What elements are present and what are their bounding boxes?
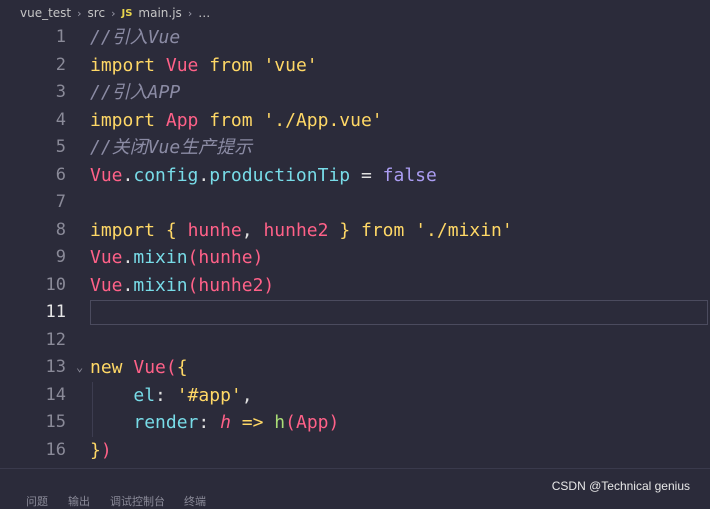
line-number: 8 xyxy=(55,219,66,240)
breadcrumb-more[interactable]: … xyxy=(198,6,210,20)
code-text: el: '#app', xyxy=(133,384,253,406)
javascript-file-icon: JS xyxy=(121,7,133,19)
chevron-right-icon: › xyxy=(77,6,82,20)
watermark: CSDN @Technical genius xyxy=(551,479,690,493)
code-text: //引入Vue xyxy=(90,27,181,48)
code-line[interactable]: 12 xyxy=(0,327,710,355)
line-number: 3 xyxy=(55,82,66,102)
code-line[interactable]: 4 import App from './App.vue' xyxy=(0,107,710,135)
code-editor[interactable]: 1 //引入Vue 2 import Vue from 'vue' 3 //引入APP 4 i… xyxy=(0,24,710,465)
line-number: 10 xyxy=(45,274,66,295)
code-text: Vue.mixin(hunhe) xyxy=(90,247,264,268)
code-line[interactable]: 6 Vue.config.productionTip = false xyxy=(0,162,710,190)
code-line[interactable]: 8 import { hunhe, hunhe2 } from './mixin' xyxy=(0,217,710,245)
fold-chevron-icon[interactable]: ⌄ xyxy=(76,354,83,382)
chevron-right-icon: › xyxy=(111,6,116,20)
tab-output[interactable]: 输出 xyxy=(68,493,90,509)
line-number: 6 xyxy=(55,164,66,185)
breadcrumb-folder-vue-test[interactable]: vue_test xyxy=(20,6,71,20)
code-line[interactable]: 10 Vue.mixin(hunhe2) xyxy=(0,272,710,300)
line-number: 16 xyxy=(45,439,66,460)
code-line[interactable]: 7 xyxy=(0,189,710,217)
code-text: //关闭Vue生产提示 xyxy=(90,137,253,158)
code-line[interactable]: 2 import Vue from 'vue' xyxy=(0,52,710,80)
code-text: Vue.mixin(hunhe2) xyxy=(90,274,275,296)
line-number: 12 xyxy=(45,329,66,350)
code-text: new Vue({ xyxy=(90,357,188,378)
line-number: 7 xyxy=(55,192,66,212)
tab-debug-console[interactable]: 调试控制台 xyxy=(110,493,165,509)
code-line[interactable]: 16}) xyxy=(0,437,710,465)
code-text: import Vue from 'vue' xyxy=(90,54,318,76)
line-number: 11 xyxy=(45,302,66,322)
code-line[interactable]: 1 //引入Vue xyxy=(0,24,710,52)
breadcrumb: vue_test › src › JS main.js › … xyxy=(0,0,710,26)
line-number: 9 xyxy=(55,247,66,267)
code-text: }) xyxy=(90,439,112,461)
code-text: render: h => h(App) xyxy=(133,412,340,433)
line-number: 13 xyxy=(45,357,66,377)
current-line-highlight xyxy=(90,300,708,325)
code-text: import { hunhe, hunhe2 } from './mixin' xyxy=(90,219,513,241)
code-line[interactable]: 15 render: h => h(App) xyxy=(0,409,710,437)
code-line[interactable]: 11 xyxy=(0,299,710,327)
code-text: import App from './App.vue' xyxy=(90,109,383,131)
line-number: 4 xyxy=(55,109,66,130)
code-line[interactable]: 3 //引入APP xyxy=(0,79,710,107)
breadcrumb-file-main-js[interactable]: main.js xyxy=(138,6,181,20)
chevron-right-icon: › xyxy=(187,6,193,20)
code-line[interactable]: 9 Vue.mixin(hunhe) xyxy=(0,244,710,272)
line-number: 15 xyxy=(45,412,66,432)
line-number: 1 xyxy=(55,27,66,47)
line-number: 14 xyxy=(45,384,66,405)
code-text: //引入APP xyxy=(90,82,181,103)
indent-guide xyxy=(92,381,93,437)
breadcrumb-folder-src[interactable]: src xyxy=(88,6,106,20)
tab-terminal[interactable]: 终端 xyxy=(184,493,206,509)
code-line[interactable]: 5 //关闭Vue生产提示 xyxy=(0,134,710,162)
code-line[interactable]: 14 el: '#app', xyxy=(0,382,710,410)
code-text: Vue.config.productionTip = false xyxy=(90,164,437,186)
code-line[interactable]: 13 ⌄ new Vue({ xyxy=(0,354,710,382)
line-number: 5 xyxy=(55,137,66,157)
tab-problems[interactable]: 问题 xyxy=(26,493,48,509)
line-number: 2 xyxy=(55,54,66,75)
